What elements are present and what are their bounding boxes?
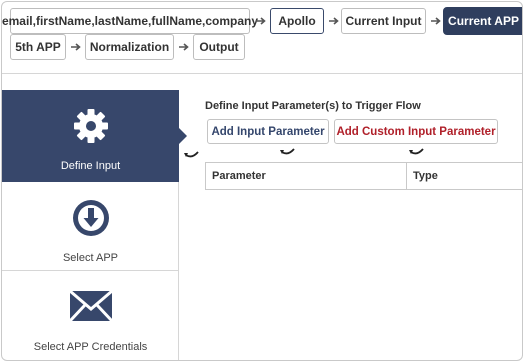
gear-icon [71,106,111,151]
flow-breadcrumb: email,firstName,lastName,fullName,compan… [2,2,522,74]
sidebar-item-label: Select APP Credentials [33,341,148,353]
active-step-pointer [179,128,187,144]
add-input-parameter-button[interactable]: Add Input Parameter [207,119,329,144]
sidebar-item-label: Define Input [60,160,121,172]
envelope-icon [68,289,114,328]
flow-step-normalization[interactable]: Normalization [85,34,174,60]
download-circle-icon [70,197,112,244]
curved-arrow-icon [407,145,425,157]
flow-step-apollo[interactable]: Apollo [270,8,324,34]
flow-step-input-fields[interactable]: email,firstName,lastName,fullName,compan… [2,8,258,34]
flow-step-output[interactable]: Output [193,34,245,60]
sidebar-item-select-app[interactable]: Select APP [2,182,179,270]
flow-step-current-app[interactable]: Current APP [443,7,522,35]
arrow-right-icon [430,15,442,27]
curved-arrow-icon [278,145,296,157]
sidebar-item-define-input[interactable]: Define Input [2,90,179,182]
flow-step-current-input[interactable]: Current Input [341,8,426,34]
column-header-parameter: Parameter [212,170,266,182]
arrow-right-icon [255,15,267,27]
arrow-right-icon [178,41,190,53]
sidebar-item-label: Select APP [62,252,119,264]
section-title: Define Input Parameter(s) to Trigger Flo… [205,100,421,112]
column-header-type: Type [406,163,518,189]
arrow-right-icon [70,41,82,53]
arrow-right-icon [328,15,340,27]
app-frame: email,firstName,lastName,fullName,compan… [1,1,523,361]
parameter-table: Parameter Type [205,162,522,190]
step-sidebar: Define Input Select APP Select APP Crede… [2,90,187,360]
sidebar-item-select-app-credentials[interactable]: Select APP Credentials [2,271,179,360]
flow-step-5th-app[interactable]: 5th APP [10,34,66,60]
curved-arrow-icon [182,148,200,160]
add-custom-input-parameter-button[interactable]: Add Custom Input Parameter [334,119,498,144]
